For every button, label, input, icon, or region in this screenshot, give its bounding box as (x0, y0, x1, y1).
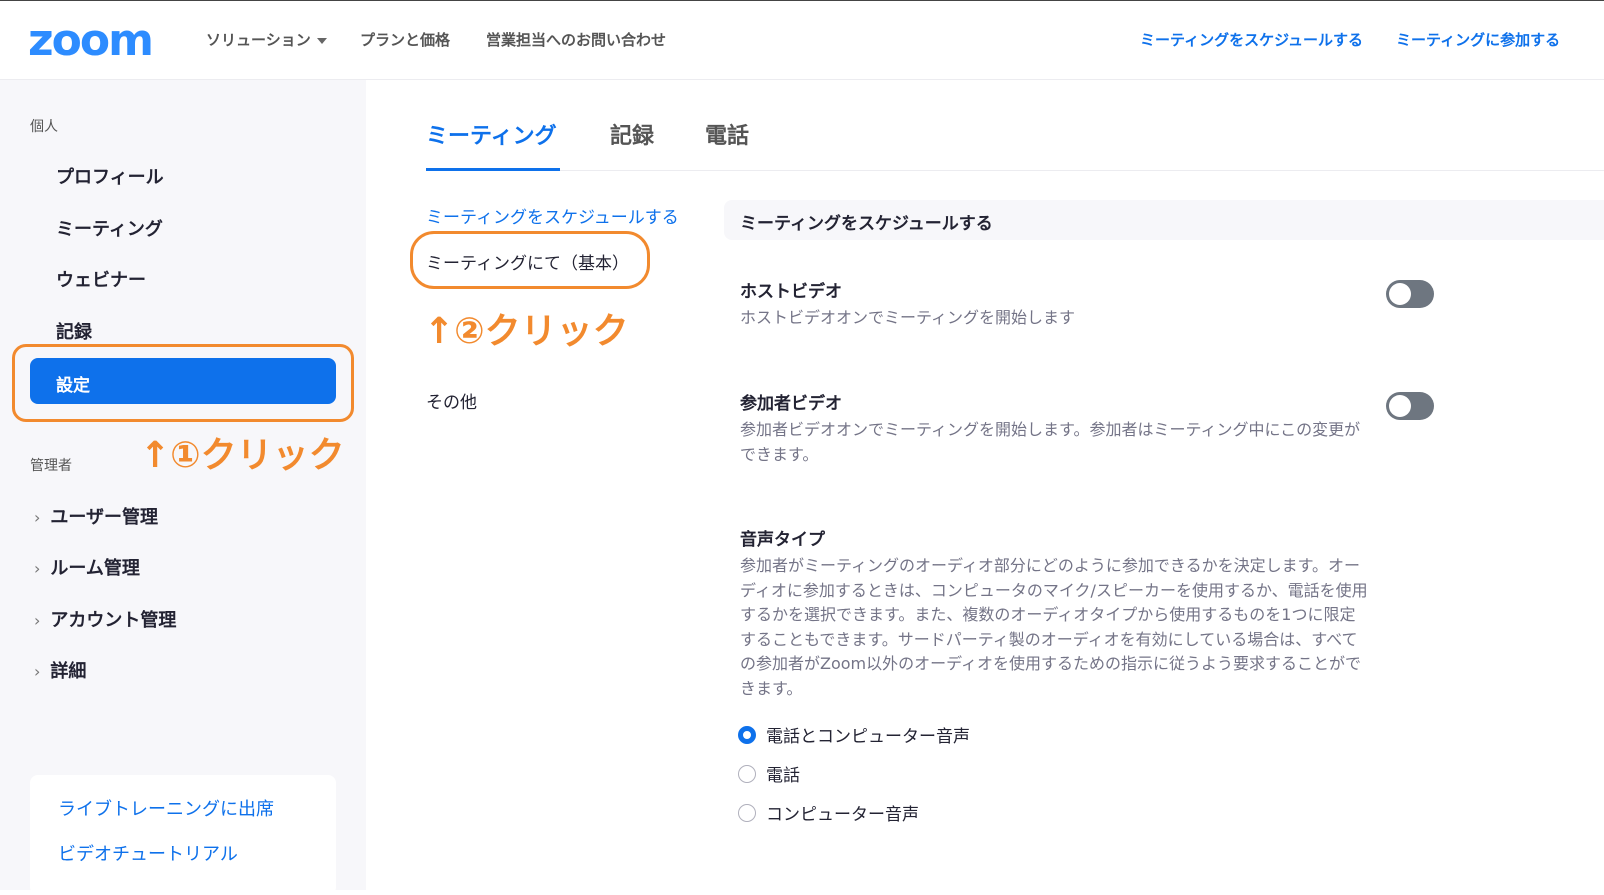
sidebar-item-recordings[interactable]: 記録 (56, 318, 92, 344)
radio-checked-icon[interactable] (738, 725, 756, 744)
subnav-other[interactable]: その他 (426, 388, 477, 413)
audio-option-computer[interactable]: コンピューター音声 (738, 800, 919, 825)
sidebar-item-label: アカウント管理 (50, 610, 177, 631)
sidebar-item-label: 詳細 (50, 661, 87, 682)
annotation-highlight-in-meeting-basic (410, 231, 650, 289)
toggle-knob (1389, 395, 1411, 417)
sidebar-item-label: ルーム管理 (50, 558, 140, 579)
audio-option-telephone[interactable]: 電話 (738, 761, 800, 786)
tab-meetings[interactable]: ミーティング (426, 118, 557, 150)
chevron-right-icon: › (34, 559, 41, 578)
radio-label: 電話 (766, 766, 800, 786)
tab-divider (426, 170, 1604, 171)
radio-label: コンピューター音声 (766, 805, 919, 825)
chevron-right-icon: › (34, 508, 41, 527)
radio-unchecked-icon[interactable] (738, 764, 756, 783)
sidebar-item-room-management[interactable]: › ルーム管理 (34, 554, 140, 580)
annotation-step1-text: ↑①クリック (140, 435, 345, 476)
participant-video-title: 参加者ビデオ (740, 394, 842, 414)
top-nav-bar: zoom ソリューション プランと価格 営業担当へのお問い合わせ ミーティングを… (0, 0, 1604, 80)
sidebar-item-meetings[interactable]: ミーティング (56, 215, 163, 241)
participant-video-toggle[interactable] (1386, 392, 1434, 420)
audio-type-title: 音声タイプ (740, 530, 825, 550)
toggle-knob (1389, 283, 1411, 305)
live-training-link[interactable]: ライブトレーニングに出席 (58, 795, 274, 821)
admin-section-label: 管理者 (30, 458, 72, 474)
help-links-box: ライブトレーニングに出席 ビデオチュートリアル (30, 775, 336, 895)
video-tutorials-link[interactable]: ビデオチュートリアル (58, 840, 238, 866)
sidebar-item-account-management[interactable]: › アカウント管理 (34, 606, 176, 632)
host-video-desc: ホストビデオオンでミーティングを開始します (740, 308, 1076, 327)
personal-section-label: 個人 (30, 119, 58, 135)
tab-telephone[interactable]: 電話 (705, 118, 749, 150)
annotation-highlight-settings (12, 344, 354, 422)
chevron-right-icon: › (34, 662, 41, 681)
participant-video-desc: 参加者ビデオオンでミーティングを開始します。参加者はミーティング中にこの変更がで… (740, 420, 1361, 464)
join-meeting-link[interactable]: ミーティングに参加する (1396, 29, 1560, 50)
subnav-schedule-meeting[interactable]: ミーティングをスケジュールする (426, 203, 679, 228)
sidebar-item-profile[interactable]: プロフィール (56, 163, 164, 189)
nav-solutions[interactable]: ソリューション (206, 29, 327, 50)
sidebar-item-webinars[interactable]: ウェビナー (56, 266, 146, 292)
active-tab-indicator (426, 168, 560, 171)
tab-recordings[interactable]: 記録 (610, 118, 654, 150)
chevron-right-icon: › (34, 611, 41, 630)
host-video-toggle[interactable] (1386, 280, 1434, 308)
zoom-logo[interactable]: zoom (28, 15, 154, 66)
audio-type-desc: 参加者がミーティングのオーディオ部分にどのように参加できるかを決定します。オーデ… (740, 556, 1368, 698)
schedule-meeting-link[interactable]: ミーティングをスケジュールする (1140, 29, 1363, 50)
sidebar: 個人 プロフィール ミーティング ウェビナー 記録 設定 管理者 › ユーザー管理… (0, 80, 366, 895)
nav-contact-sales[interactable]: 営業担当へのお問い合わせ (486, 29, 666, 50)
nav-plans-pricing[interactable]: プランと価格 (360, 29, 450, 50)
radio-label: 電話とコンピューター音声 (766, 727, 970, 747)
radio-unchecked-icon[interactable] (738, 803, 756, 822)
annotation-step2-text: ↑②クリック (424, 311, 629, 352)
chevron-down-icon (316, 37, 327, 44)
nav-solutions-label: ソリューション (206, 31, 311, 49)
audio-option-both[interactable]: 電話とコンピューター音声 (738, 722, 970, 747)
sidebar-item-advanced[interactable]: › 詳細 (34, 657, 86, 683)
sidebar-item-user-management[interactable]: › ユーザー管理 (34, 503, 158, 529)
host-video-title: ホストビデオ (740, 282, 842, 302)
section-header-schedule-meeting: ミーティングをスケジュールする (724, 200, 1604, 240)
sidebar-item-label: ユーザー管理 (50, 507, 159, 528)
